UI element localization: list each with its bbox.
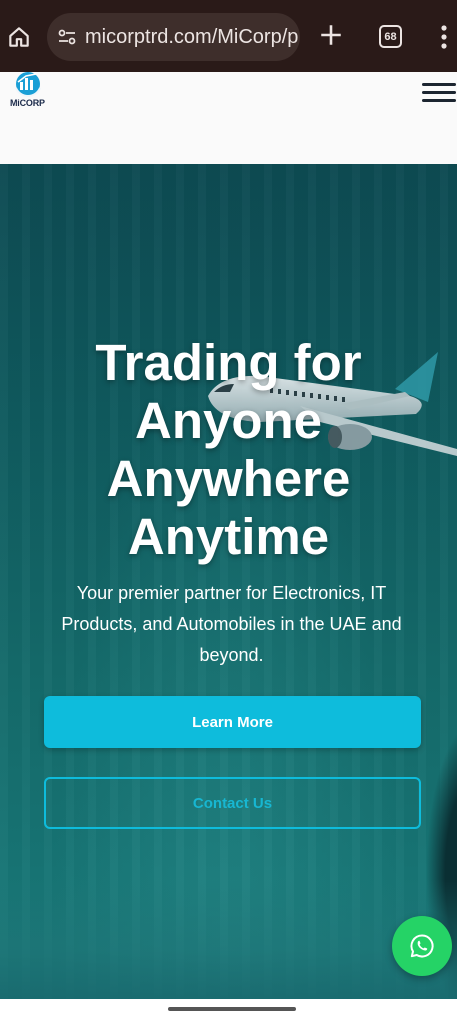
hero-title: Trading for Anyone Anywhere Anytime bbox=[0, 334, 457, 566]
gesture-handle[interactable] bbox=[168, 1007, 296, 1011]
tabs-icon[interactable]: 68 bbox=[379, 25, 402, 48]
tune-icon[interactable] bbox=[57, 27, 77, 47]
whatsapp-icon bbox=[410, 934, 434, 958]
hamburger-icon[interactable] bbox=[420, 78, 456, 108]
site-header: MiCORP bbox=[0, 72, 457, 164]
system-nav-bar bbox=[0, 999, 457, 1019]
hero-title-line: Trading for bbox=[95, 334, 362, 391]
plus-icon[interactable] bbox=[318, 22, 344, 48]
hero-section: Trading for Anyone Anywhere Anytime Your… bbox=[0, 164, 457, 999]
contact-us-button[interactable]: Contact Us bbox=[44, 777, 421, 829]
logo-text: MiCORP bbox=[10, 98, 45, 108]
logo-icon[interactable] bbox=[8, 72, 56, 116]
hero-title-line: Anytime bbox=[127, 508, 330, 565]
sea-background bbox=[0, 879, 457, 999]
more-vert-icon[interactable] bbox=[436, 24, 452, 50]
url-text[interactable]: micorptrd.com/MiCorp/p bbox=[85, 26, 298, 49]
hero-title-line: Anywhere bbox=[106, 450, 351, 507]
hero-title-line: Anyone bbox=[134, 392, 323, 449]
home-icon[interactable] bbox=[6, 24, 32, 50]
hero-subtitle: Your premier partner for Electronics, IT… bbox=[61, 583, 402, 665]
address-bar[interactable]: micorptrd.com/MiCorp/p bbox=[47, 13, 300, 61]
tab-count: 68 bbox=[384, 30, 397, 43]
whatsapp-button[interactable] bbox=[392, 916, 452, 976]
learn-more-button[interactable]: Learn More bbox=[44, 696, 421, 748]
browser-toolbar: micorptrd.com/MiCorp/p 68 bbox=[0, 0, 457, 72]
